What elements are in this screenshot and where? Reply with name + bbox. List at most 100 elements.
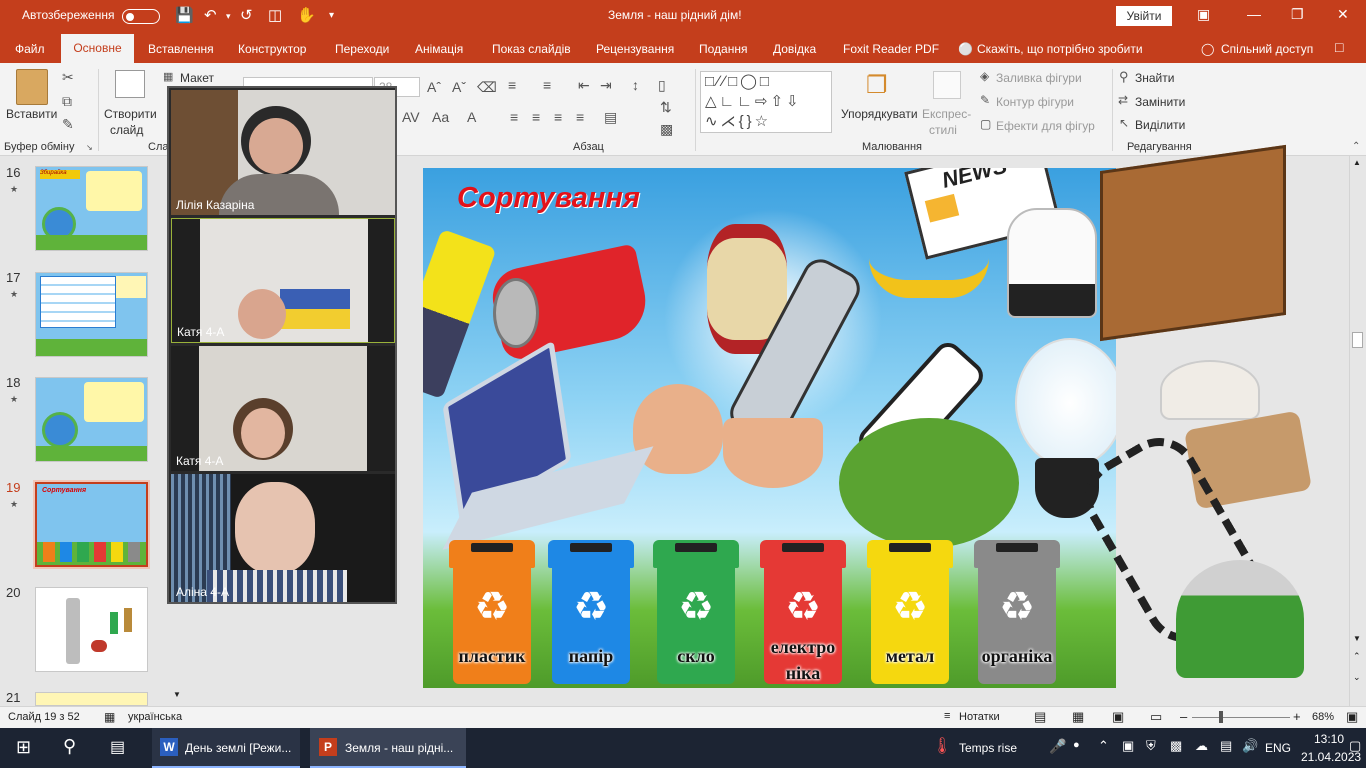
input-language[interactable]: ENG bbox=[1265, 741, 1291, 755]
slide-title[interactable]: Сортування bbox=[457, 182, 640, 215]
arrange-button[interactable]: Упорядкувати bbox=[841, 107, 918, 121]
spellcheck-icon[interactable]: ▦ bbox=[104, 710, 115, 724]
clock-time[interactable]: 13:10 bbox=[1314, 732, 1344, 746]
undo-icon[interactable]: ↶ bbox=[204, 6, 217, 24]
tab-foxit[interactable]: Foxit Reader PDF bbox=[843, 42, 939, 56]
prev-slide-icon[interactable]: ⌃ bbox=[1353, 651, 1361, 662]
tin-can-icon[interactable] bbox=[1176, 560, 1304, 678]
tray-app-icon[interactable]: ▣ bbox=[1122, 738, 1134, 754]
minimize-icon[interactable]: — bbox=[1247, 6, 1261, 22]
tab-design[interactable]: Конструктор bbox=[238, 42, 306, 56]
slide-scrollbar[interactable]: ▲ ▼ ⌃ ⌄ bbox=[1349, 156, 1366, 706]
slide-thumbnail-19[interactable]: Сортування bbox=[33, 480, 150, 569]
find-button[interactable]: Знайти bbox=[1135, 71, 1174, 85]
tab-file[interactable]: Файл bbox=[15, 42, 45, 56]
close-icon[interactable]: ✕ bbox=[1337, 6, 1349, 23]
touch-mode-icon[interactable]: ✋ bbox=[297, 6, 316, 24]
new-slide-icon[interactable] bbox=[115, 70, 145, 98]
char-spacing-icon[interactable]: AV bbox=[402, 109, 420, 125]
tray-app-2-icon[interactable]: ▩ bbox=[1170, 738, 1182, 754]
bin-metal[interactable]: ♻ метал bbox=[867, 540, 953, 684]
fit-to-window-icon[interactable]: ▣ bbox=[1346, 709, 1358, 725]
grow-font-icon[interactable]: Aˆ bbox=[427, 79, 441, 95]
shapes-gallery[interactable]: □∕∕□◯□ △∟∟⇨⇧⇩ ∿⋌{}☆ bbox=[700, 71, 832, 133]
tab-animations[interactable]: Анімація bbox=[415, 42, 463, 56]
slide-canvas[interactable]: Сортування NEWS ♻ пластик ♻ папір ♻ скло… bbox=[423, 168, 1116, 688]
slide-sorter-icon[interactable]: ▦ bbox=[1072, 709, 1084, 725]
bin-organic[interactable]: ♻ органіка bbox=[974, 540, 1060, 684]
taskbar-word[interactable]: W День землі [Режи... bbox=[152, 728, 300, 768]
slideshow-view-icon[interactable]: ▭ bbox=[1150, 709, 1162, 725]
new-slide-button-2[interactable]: слайд bbox=[110, 123, 143, 137]
notifications-icon[interactable]: ▢ bbox=[1349, 738, 1361, 754]
bullets-icon[interactable]: ≡ bbox=[508, 77, 516, 93]
language-indicator[interactable]: українська bbox=[128, 711, 182, 723]
change-case-icon[interactable]: Aa bbox=[432, 109, 449, 125]
bin-glass[interactable]: ♻ скло bbox=[653, 540, 739, 684]
cut-icon[interactable]: ✂ bbox=[62, 69, 74, 86]
cardboard-box-icon[interactable] bbox=[1100, 144, 1286, 342]
slide-thumbnail-20[interactable] bbox=[35, 587, 148, 672]
slide-thumbnail-17[interactable] bbox=[35, 272, 148, 357]
collapse-ribbon-icon[interactable]: ⌃ bbox=[1352, 141, 1360, 152]
zoom-slider-thumb[interactable] bbox=[1219, 711, 1223, 723]
zoom-level[interactable]: 68% bbox=[1312, 711, 1334, 723]
video-tile-3[interactable]: Катя 4-А bbox=[171, 346, 395, 471]
zoom-out-icon[interactable]: – bbox=[1180, 709, 1187, 724]
bin-plastic[interactable]: ♻ пластик bbox=[449, 540, 535, 684]
align-text-icon[interactable]: ▤ bbox=[604, 109, 617, 126]
undo-dropdown-icon[interactable]: ▾ bbox=[226, 11, 231, 22]
battery-icon[interactable] bbox=[423, 228, 497, 400]
paste-icon[interactable] bbox=[16, 69, 48, 105]
customize-qat-icon[interactable]: ▾ bbox=[329, 10, 334, 21]
light-bulb-icon[interactable] bbox=[1015, 338, 1116, 468]
reading-view-icon[interactable]: ▣ bbox=[1112, 709, 1124, 725]
increase-indent-icon[interactable]: ⇥ bbox=[600, 77, 612, 94]
tell-me-search[interactable]: Скажіть, що потрібно зробити bbox=[977, 42, 1143, 56]
new-slide-button[interactable]: Створити bbox=[104, 107, 157, 121]
replace-button[interactable]: Замінити bbox=[1135, 95, 1185, 109]
taskbar-powerpoint[interactable]: P Земля - наш рідні... bbox=[310, 728, 466, 768]
share-button[interactable]: Спільний доступ bbox=[1221, 42, 1313, 56]
clear-format-icon[interactable]: ⌫ bbox=[477, 79, 497, 96]
redo-icon[interactable]: ↺ bbox=[240, 6, 253, 24]
security-icon[interactable]: ⛨ bbox=[1146, 738, 1156, 754]
tab-review[interactable]: Рецензування bbox=[596, 42, 674, 56]
scroll-thumb[interactable] bbox=[1352, 332, 1363, 348]
paste-button[interactable]: Вставити bbox=[6, 107, 57, 121]
present-from-start-icon[interactable]: ◫ bbox=[268, 6, 282, 24]
shrink-font-icon[interactable]: Aˇ bbox=[452, 79, 466, 95]
eggshell-icon[interactable] bbox=[633, 384, 723, 474]
copy-icon[interactable]: ⧉ bbox=[62, 93, 72, 110]
autosave-toggle[interactable] bbox=[122, 9, 160, 24]
quick-styles-button[interactable]: Експрес- bbox=[922, 107, 971, 121]
video-tile-4[interactable]: Аліна 4-А bbox=[171, 474, 395, 602]
zoom-slider[interactable] bbox=[1192, 717, 1290, 718]
bin-electronics[interactable]: ♻ електро ніка bbox=[760, 540, 846, 684]
align-left-icon[interactable]: ≡ bbox=[510, 109, 518, 125]
columns-icon[interactable]: ▯ bbox=[658, 77, 666, 94]
smartart-icon[interactable]: ▩ bbox=[660, 121, 673, 138]
microphone-icon[interactable]: 🎤 bbox=[1049, 738, 1066, 755]
next-slide-icon[interactable]: ⌄ bbox=[1353, 672, 1361, 683]
decrease-indent-icon[interactable]: ⇤ bbox=[578, 77, 590, 94]
scroll-up-icon[interactable]: ▲ bbox=[1353, 158, 1361, 167]
kettle-icon[interactable] bbox=[1007, 208, 1097, 318]
zoom-app-icon[interactable]: ● bbox=[1073, 739, 1080, 751]
bin-paper[interactable]: ♻ папір bbox=[548, 540, 634, 684]
sign-in-button[interactable]: Увійти bbox=[1116, 6, 1172, 26]
numbering-icon[interactable]: ≡ bbox=[543, 77, 551, 93]
slide-thumbnail-18[interactable] bbox=[35, 377, 148, 462]
align-center-icon[interactable]: ≡ bbox=[532, 109, 540, 125]
slide-thumbnail-21[interactable] bbox=[35, 692, 148, 706]
normal-view-icon[interactable]: ▤ bbox=[1034, 709, 1046, 725]
weather-text[interactable]: Temps rise bbox=[959, 741, 1017, 755]
ribbon-display-icon[interactable]: ▣ bbox=[1197, 6, 1210, 23]
save-icon[interactable]: 💾 bbox=[175, 6, 194, 24]
align-right-icon[interactable]: ≡ bbox=[554, 109, 562, 125]
layout-button[interactable]: Макет bbox=[180, 71, 214, 85]
network-icon[interactable]: ▤ bbox=[1220, 738, 1232, 754]
search-icon[interactable]: ⚲ bbox=[63, 736, 76, 757]
banana-peel-icon[interactable] bbox=[869, 258, 989, 298]
quick-styles-button-2[interactable]: стилі bbox=[929, 123, 957, 137]
